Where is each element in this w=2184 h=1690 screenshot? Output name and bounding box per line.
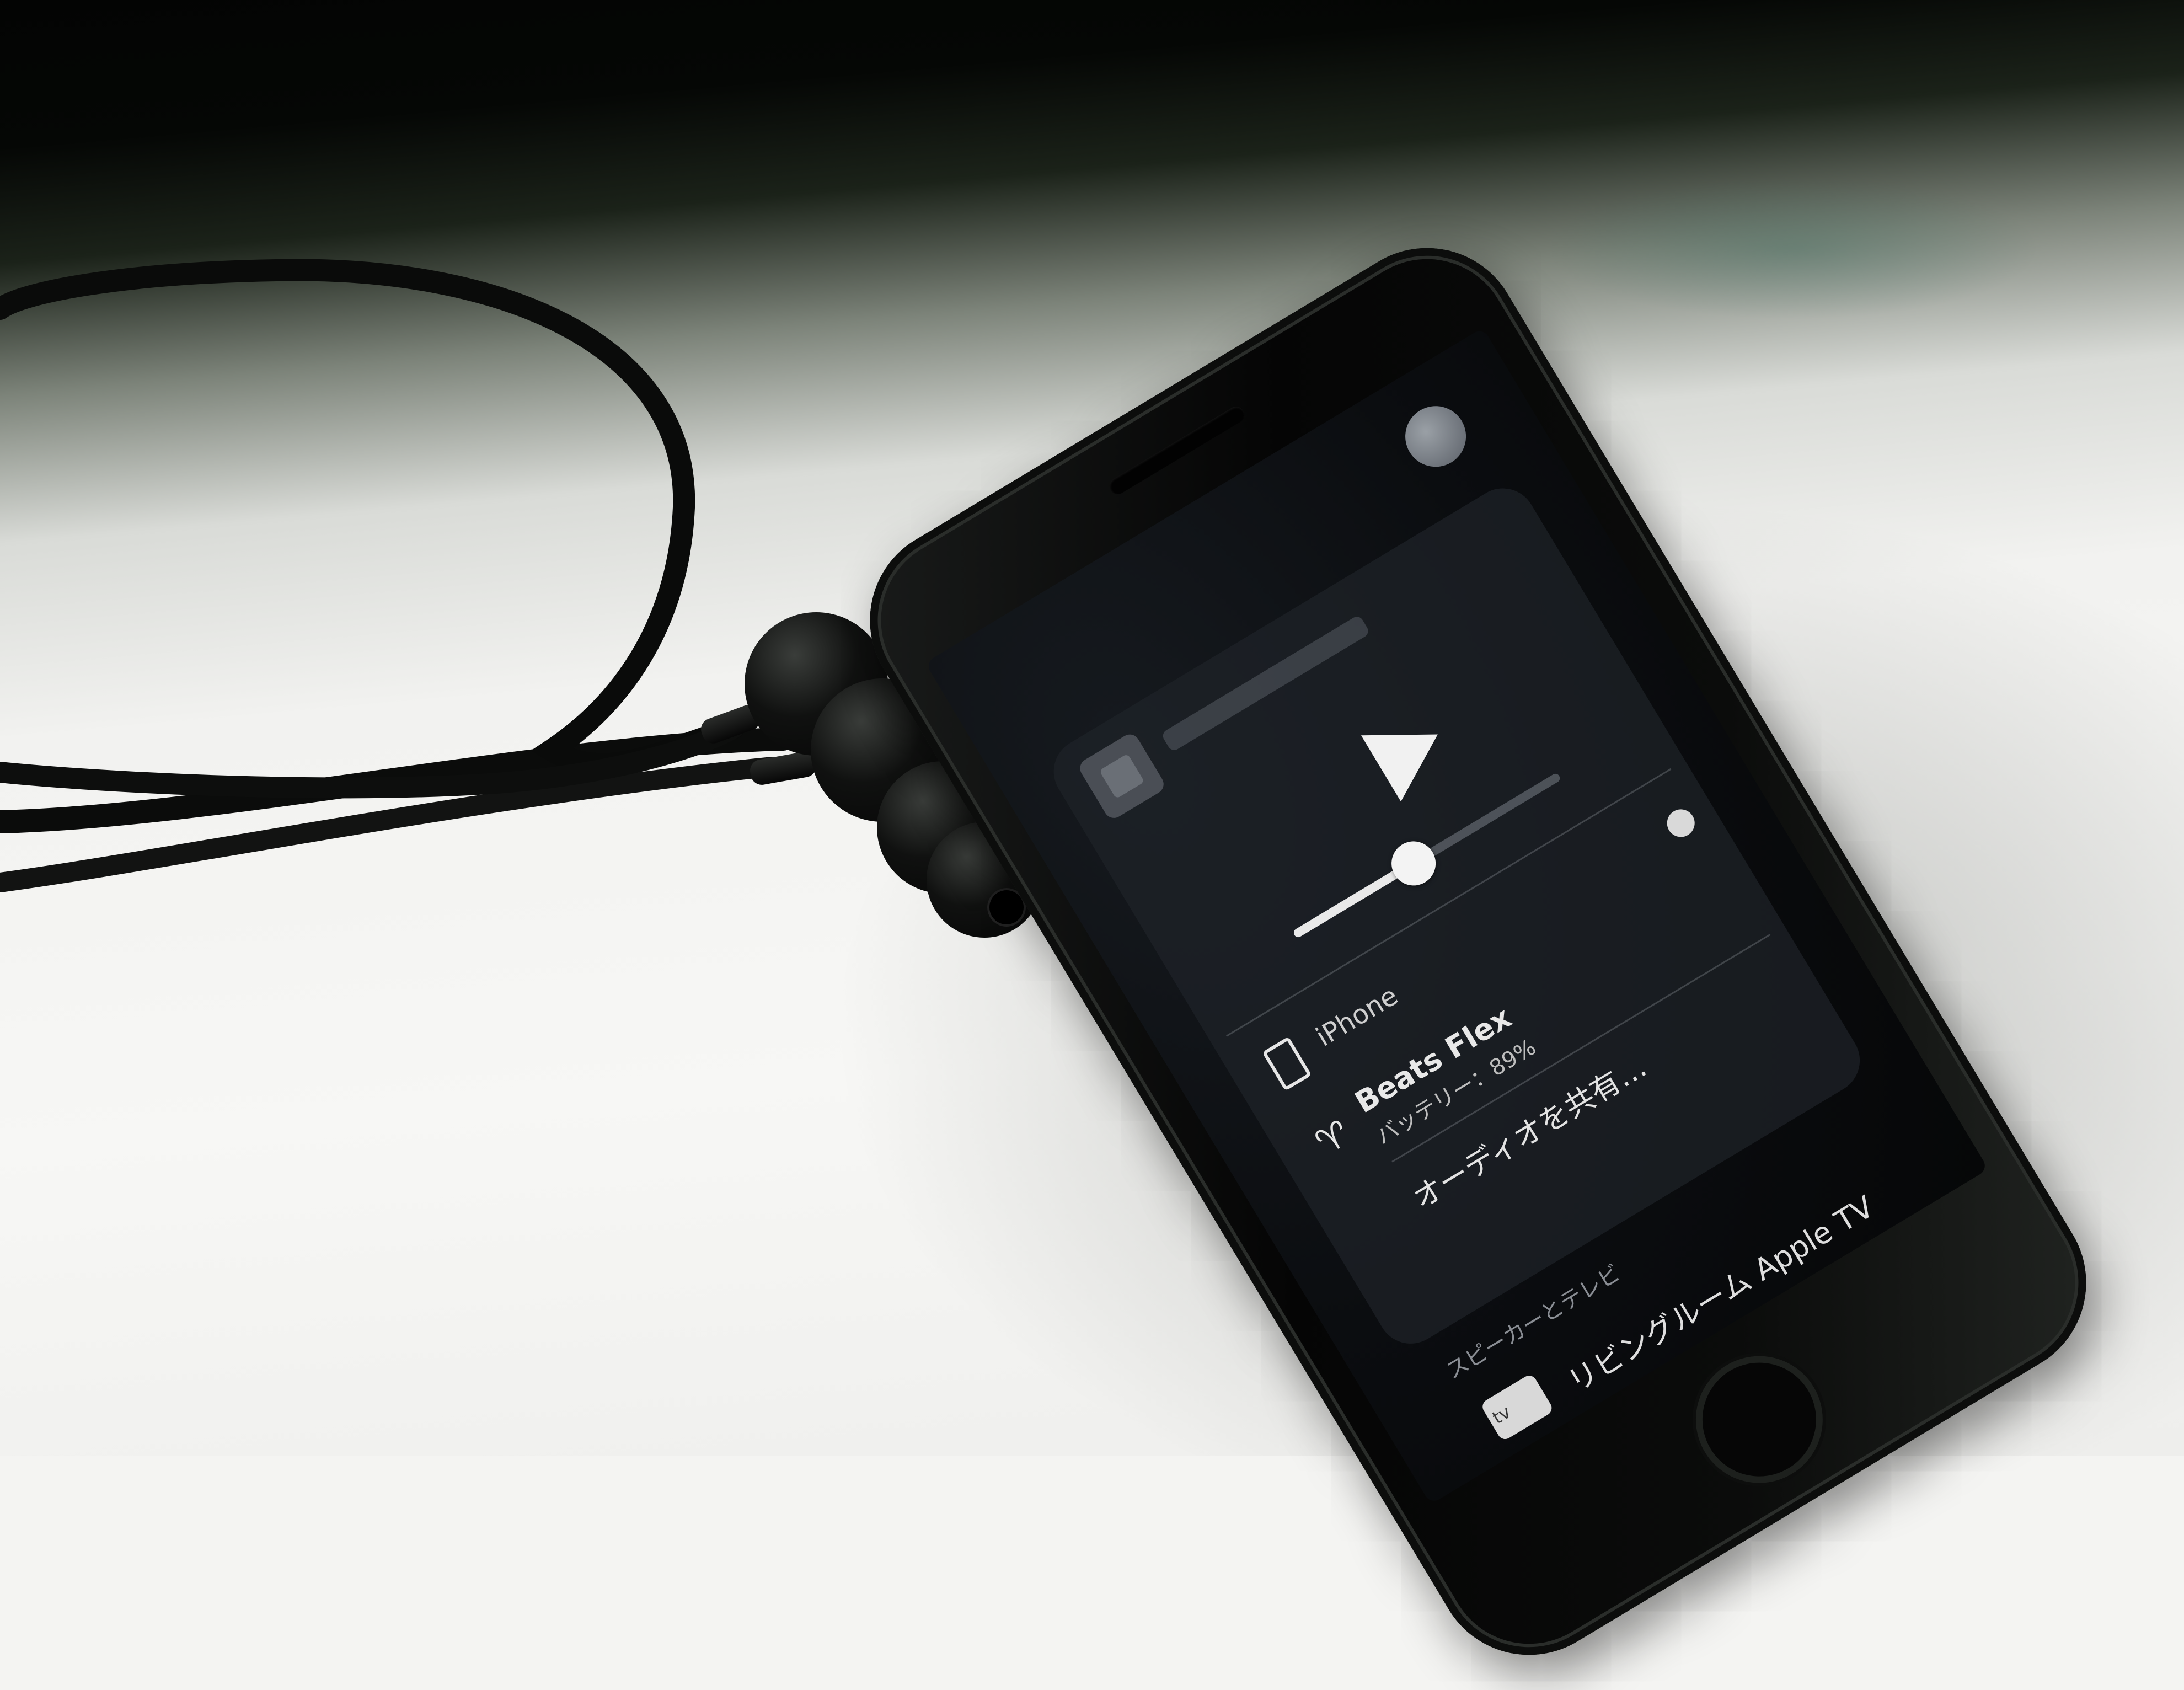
- home-button[interactable]: [1672, 1332, 1846, 1507]
- photo-scene: iPhone ♈︎ Beats Flex バッテリー：89% オーディオを共有……: [0, 0, 2184, 1690]
- album-art-inner: [1099, 753, 1145, 799]
- airplay-icon[interactable]: [1394, 394, 1478, 478]
- apple-tv-icon-label: tv: [1489, 1401, 1514, 1429]
- apple-tv-icon: tv: [1480, 1372, 1555, 1442]
